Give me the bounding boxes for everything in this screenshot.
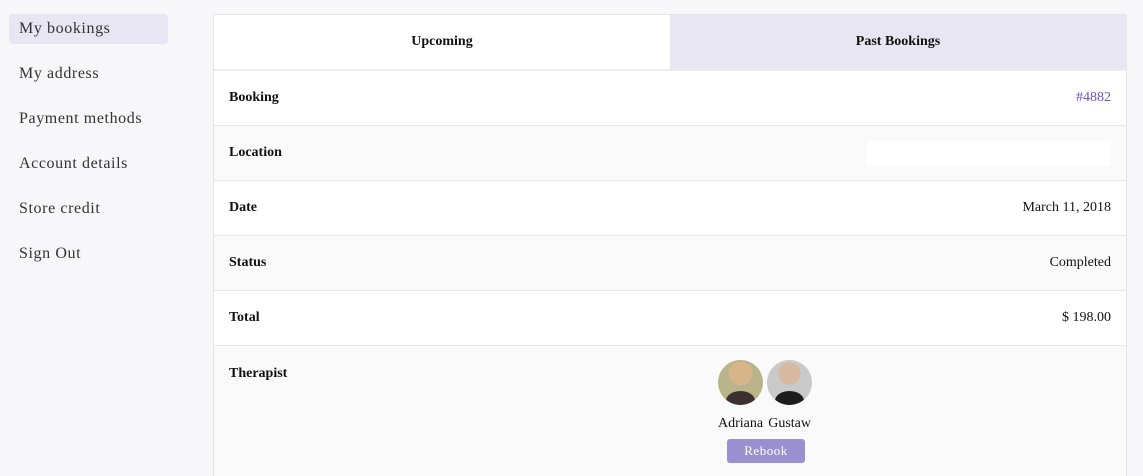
therapist-row: Therapist Adriana Gustaw Rebook [214,346,1126,476]
avatar [718,360,764,405]
date-row: Date March 11, 2018 [214,181,1126,236]
tab-past-bookings[interactable]: Past Bookings [670,15,1126,69]
total-row: Total $ 198.00 [214,291,1126,346]
sidebar-item-payment-methods[interactable]: Payment methods [9,104,168,134]
status-value: Completed [1049,255,1111,270]
therapist-card[interactable]: Adriana [718,360,763,432]
sidebar-item-my-address[interactable]: My address [9,59,168,89]
sidebar-item-my-bookings[interactable]: My bookings [9,14,168,44]
sidebar-item-sign-out[interactable]: Sign Out [9,239,168,269]
therapist-name: Adriana [718,416,764,431]
sidebar-item-store-credit[interactable]: Store credit [9,194,168,224]
therapist-label: Therapist [229,366,288,381]
status-label: Status [229,255,267,270]
location-value [867,140,1111,166]
status-row: Status Completed [214,236,1126,291]
date-label: Date [229,200,257,215]
bookings-panel: Upcoming Past Bookings Booking #4882 Loc… [213,14,1127,476]
location-row: Location [214,126,1126,181]
total-label: Total [229,310,260,325]
rebook-button[interactable]: Rebook [727,439,805,463]
therapist-name: Gustaw [768,416,811,431]
booking-tabs: Upcoming Past Bookings [214,15,1126,71]
booking-row: Booking #4882 [214,71,1126,126]
therapist-card[interactable]: Gustaw [767,360,813,432]
booking-label: Booking [229,90,279,105]
sidebar-item-account-details[interactable]: Account details [9,149,168,179]
total-value: $ 198.00 [1062,310,1111,325]
tab-upcoming[interactable]: Upcoming [214,15,670,69]
location-label: Location [229,145,282,160]
avatar [767,360,813,405]
sidebar: My bookings My address Payment methods A… [9,14,168,284]
booking-number-link[interactable]: #4882 [1076,90,1111,106]
therapist-list: Adriana Gustaw [718,360,813,432]
date-value: March 11, 2018 [1022,200,1111,215]
